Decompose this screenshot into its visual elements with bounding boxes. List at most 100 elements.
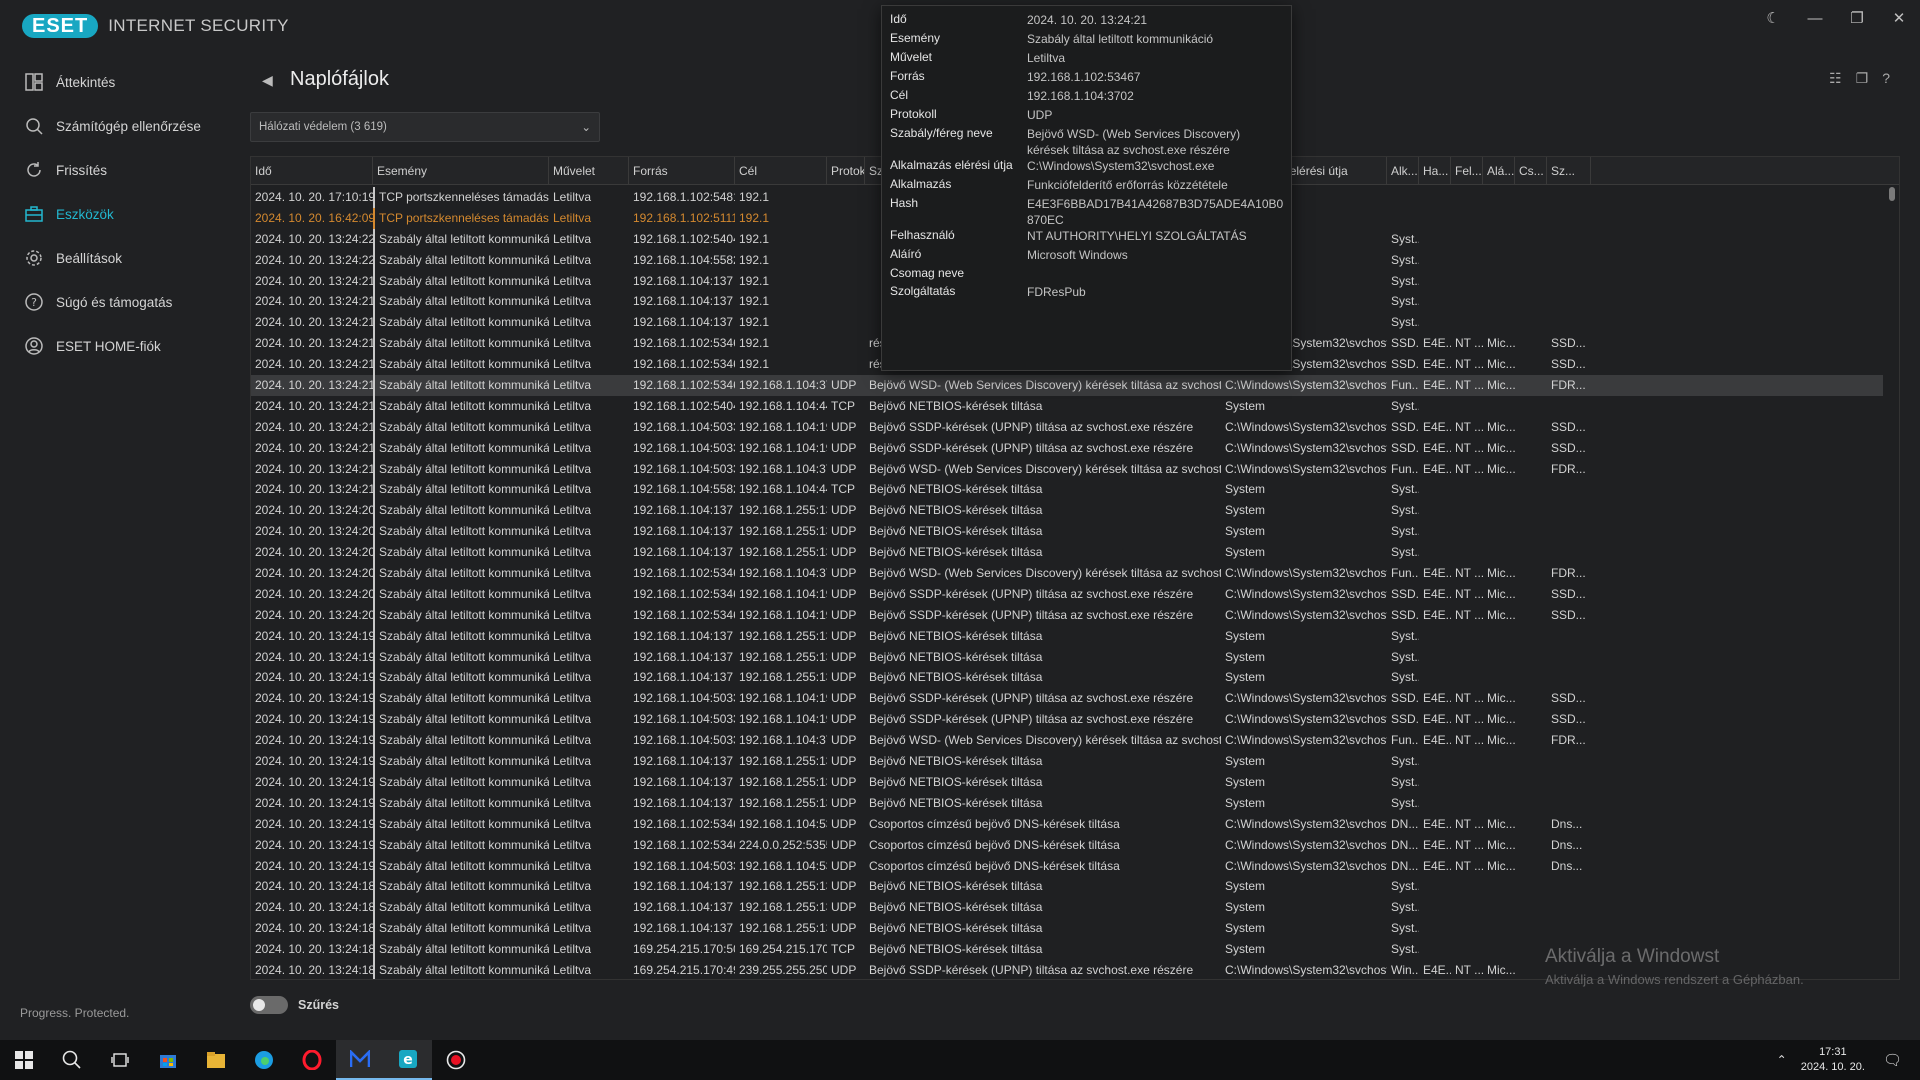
table-row[interactable]: 2024. 10. 20. 13:24:19 Szabály által leti…: [251, 688, 1883, 710]
table-cell: [1419, 772, 1451, 793]
taskbar-search-icon[interactable]: [48, 1040, 96, 1080]
sidebar-item-settings[interactable]: Beállítások: [0, 240, 240, 276]
opera-browser-icon[interactable]: [288, 1040, 336, 1080]
table-cell: [1547, 751, 1591, 772]
table-row[interactable]: 2024. 10. 20. 13:24:20 Szabály által leti…: [251, 500, 1883, 522]
help-icon[interactable]: ?: [1882, 70, 1890, 87]
table-cell: Szabály által letiltott kommunikáció: [373, 521, 549, 543]
table-row[interactable]: 2024. 10. 20. 13:24:21 Szabály által leti…: [251, 437, 1883, 459]
task-view-icon[interactable]: [96, 1040, 144, 1080]
table-cell: [1419, 312, 1451, 333]
table-cell: Dns...: [1551, 837, 1583, 852]
table-row[interactable]: 2024. 10. 20. 13:24:20 Szabály által leti…: [251, 604, 1883, 626]
table-cell: E4E...: [1423, 419, 1451, 434]
edge-browser-icon[interactable]: [240, 1040, 288, 1080]
table-cell: 2024. 10. 20. 13:24:19: [255, 837, 373, 852]
windows-start-icon[interactable]: [0, 1040, 48, 1080]
table-row[interactable]: 2024. 10. 20. 13:24:19 Szabály által leti…: [251, 792, 1883, 814]
table-cell: UDP: [831, 733, 857, 748]
table-row[interactable]: 2024. 10. 20. 13:24:19 Szabály által leti…: [251, 751, 1883, 773]
table-cell: 2024. 10. 20. 13:24:20: [255, 586, 373, 601]
table-row[interactable]: 2024. 10. 20. 13:24:21 Szabály által leti…: [251, 458, 1883, 480]
notification-icon[interactable]: 🗨: [1883, 1051, 1902, 1069]
column-header[interactable]: Cél: [735, 157, 827, 185]
eset-taskbar-icon[interactable]: e: [384, 1040, 432, 1080]
table-cell: Syst...: [1391, 774, 1419, 789]
table-cell: DN...: [1391, 858, 1419, 873]
table-cell: Letiltva: [553, 482, 592, 497]
table-row[interactable]: 2024. 10. 20. 13:24:21 Szabály által leti…: [251, 479, 1883, 501]
table-cell: UDP: [831, 378, 857, 393]
table-row[interactable]: 2024. 10. 20. 13:24:19 Szabály által leti…: [251, 625, 1883, 647]
record-app-icon[interactable]: [432, 1040, 480, 1080]
mail-app-icon[interactable]: [336, 1040, 384, 1080]
column-header[interactable]: Sz...: [1547, 157, 1591, 185]
table-row[interactable]: 2024. 10. 20. 13:24:19 Szabály által leti…: [251, 646, 1883, 668]
table-row[interactable]: 2024. 10. 20. 13:24:20 Szabály által leti…: [251, 563, 1883, 585]
close-button[interactable]: ✕: [1878, 0, 1920, 36]
table-cell: [1547, 479, 1591, 500]
sidebar-item-scan[interactable]: Számítógép ellenőrzése: [0, 108, 240, 144]
file-explorer-icon[interactable]: [192, 1040, 240, 1080]
maximize-button[interactable]: ❐: [1836, 0, 1878, 36]
table-cell: FDR...: [1551, 733, 1586, 748]
table-row[interactable]: 2024. 10. 20. 13:24:20 Szabály által leti…: [251, 542, 1883, 564]
back-arrow-icon[interactable]: ◀: [262, 72, 273, 89]
table-cell: Syst...: [1391, 754, 1419, 769]
column-header[interactable]: Idő: [251, 157, 373, 185]
table-cell: Letiltva: [553, 691, 592, 706]
column-header[interactable]: Alk...: [1387, 157, 1419, 185]
table-cell: UDP: [831, 607, 857, 622]
table-cell: 192.168.1.104:19...: [739, 712, 827, 727]
svg-text:?: ?: [31, 296, 37, 309]
table-cell: NT ...: [1455, 858, 1483, 873]
filter-toggle[interactable]: [250, 996, 288, 1014]
sidebar-item-overview[interactable]: Áttekintés: [0, 64, 240, 100]
table-cell: Szabály által letiltott kommunikáció: [373, 395, 549, 417]
table-row[interactable]: 2024. 10. 20. 13:24:21 Szabály által leti…: [251, 375, 1883, 397]
table-row[interactable]: 2024. 10. 20. 13:24:19 Szabály által leti…: [251, 667, 1883, 689]
view-options-icon[interactable]: ☷: [1829, 70, 1842, 87]
table-cell: NT ...: [1455, 586, 1483, 601]
table-row[interactable]: 2024. 10. 20. 13:24:20 Szabály által leti…: [251, 583, 1883, 605]
table-row[interactable]: 2024. 10. 20. 13:24:21 Szabály által leti…: [251, 416, 1883, 438]
table-row[interactable]: 2024. 10. 20. 13:24:19 Szabály által leti…: [251, 730, 1883, 752]
sidebar-item-account[interactable]: ESET HOME-fiók: [0, 328, 240, 364]
theme-toggle-icon[interactable]: ☾: [1752, 0, 1794, 36]
table-row[interactable]: 2024. 10. 20. 13:24:19 Szabály által leti…: [251, 771, 1883, 793]
column-header[interactable]: Cs...: [1515, 157, 1547, 185]
table-cell: E4E...: [1423, 461, 1451, 476]
search-icon: [24, 116, 44, 136]
table-row[interactable]: 2024. 10. 20. 13:24:19 Szabály által leti…: [251, 813, 1883, 835]
table-row[interactable]: 2024. 10. 20. 13:24:19 Szabály által leti…: [251, 834, 1883, 856]
column-header[interactable]: Protokoll: [827, 157, 865, 185]
table-cell: Letiltva: [553, 461, 592, 476]
sidebar-item-update[interactable]: Frissítés: [0, 152, 240, 188]
column-header[interactable]: Forrás: [629, 157, 735, 185]
store-icon[interactable]: [144, 1040, 192, 1080]
column-header[interactable]: Művelet: [549, 157, 629, 185]
taskbar-clock[interactable]: 17:31 2024. 10. 20.: [1801, 1045, 1865, 1075]
table-row[interactable]: 2024. 10. 20. 13:24:18 Szabály által leti…: [251, 918, 1883, 940]
column-header[interactable]: Alá...: [1483, 157, 1515, 185]
minimize-button[interactable]: —: [1794, 0, 1836, 36]
table-row[interactable]: 2024. 10. 20. 13:24:19 Szabály által leti…: [251, 709, 1883, 731]
column-header[interactable]: Fel...: [1451, 157, 1483, 185]
table-cell: 192.168.1.104:37...: [739, 461, 827, 476]
column-header[interactable]: Ha...: [1419, 157, 1451, 185]
table-cell: 2024. 10. 20. 13:24:19: [255, 712, 373, 727]
table-cell: 192.168.1.104:137: [633, 670, 734, 685]
chevron-up-icon[interactable]: ⌃: [1777, 1053, 1787, 1067]
table-row[interactable]: 2024. 10. 20. 13:24:18 Szabály által leti…: [251, 897, 1883, 919]
log-type-select[interactable]: Hálózati védelem (3 619) ⌄: [250, 112, 600, 142]
table-row[interactable]: 2024. 10. 20. 13:24:19 Szabály által leti…: [251, 855, 1883, 877]
table-row[interactable]: 2024. 10. 20. 13:24:20 Szabály által leti…: [251, 521, 1883, 543]
sidebar-item-tools[interactable]: Eszközök: [0, 196, 240, 232]
copy-window-icon[interactable]: ❐: [1856, 70, 1869, 87]
table-row[interactable]: 2024. 10. 20. 13:24:18 Szabály által leti…: [251, 876, 1883, 898]
table-row[interactable]: 2024. 10. 20. 13:24:21 Szabály által leti…: [251, 395, 1883, 417]
column-header[interactable]: Esemény: [373, 157, 549, 185]
scrollbar-thumb[interactable]: [1889, 187, 1895, 201]
table-cell: Letiltva: [553, 921, 592, 936]
sidebar-item-help[interactable]: ? Súgó és támogatás: [0, 284, 240, 320]
